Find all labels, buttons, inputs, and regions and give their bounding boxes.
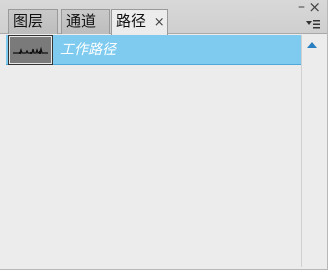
- tab-channels[interactable]: 通道: [61, 9, 110, 34]
- tab-layers-label: 图层: [13, 12, 44, 30]
- path-row[interactable]: 工作路径: [6, 35, 301, 65]
- tab-layers[interactable]: 图层: [8, 9, 58, 34]
- panel-menu-icon[interactable]: [305, 17, 321, 31]
- panel-titlebar: 图层 通道 路径 × – ×: [0, 0, 327, 35]
- path-thumbnail-icon: [8, 35, 53, 65]
- path-name[interactable]: 工作路径: [60, 39, 116, 59]
- tab-paths-label: 路径: [116, 12, 147, 30]
- scroll-up-arrow-icon[interactable]: [304, 37, 320, 53]
- minimize-icon[interactable]: –: [298, 0, 305, 14]
- tab-close-icon[interactable]: ×: [154, 15, 165, 30]
- paths-list: 工作路径: [6, 35, 301, 267]
- close-icon[interactable]: ×: [308, 0, 321, 15]
- tab-paths[interactable]: 路径 ×: [111, 9, 168, 35]
- paths-panel: 图层 通道 路径 × – × 工作路径: [0, 0, 328, 270]
- tab-channels-label: 通道: [66, 12, 97, 30]
- scrollbar[interactable]: [301, 35, 321, 267]
